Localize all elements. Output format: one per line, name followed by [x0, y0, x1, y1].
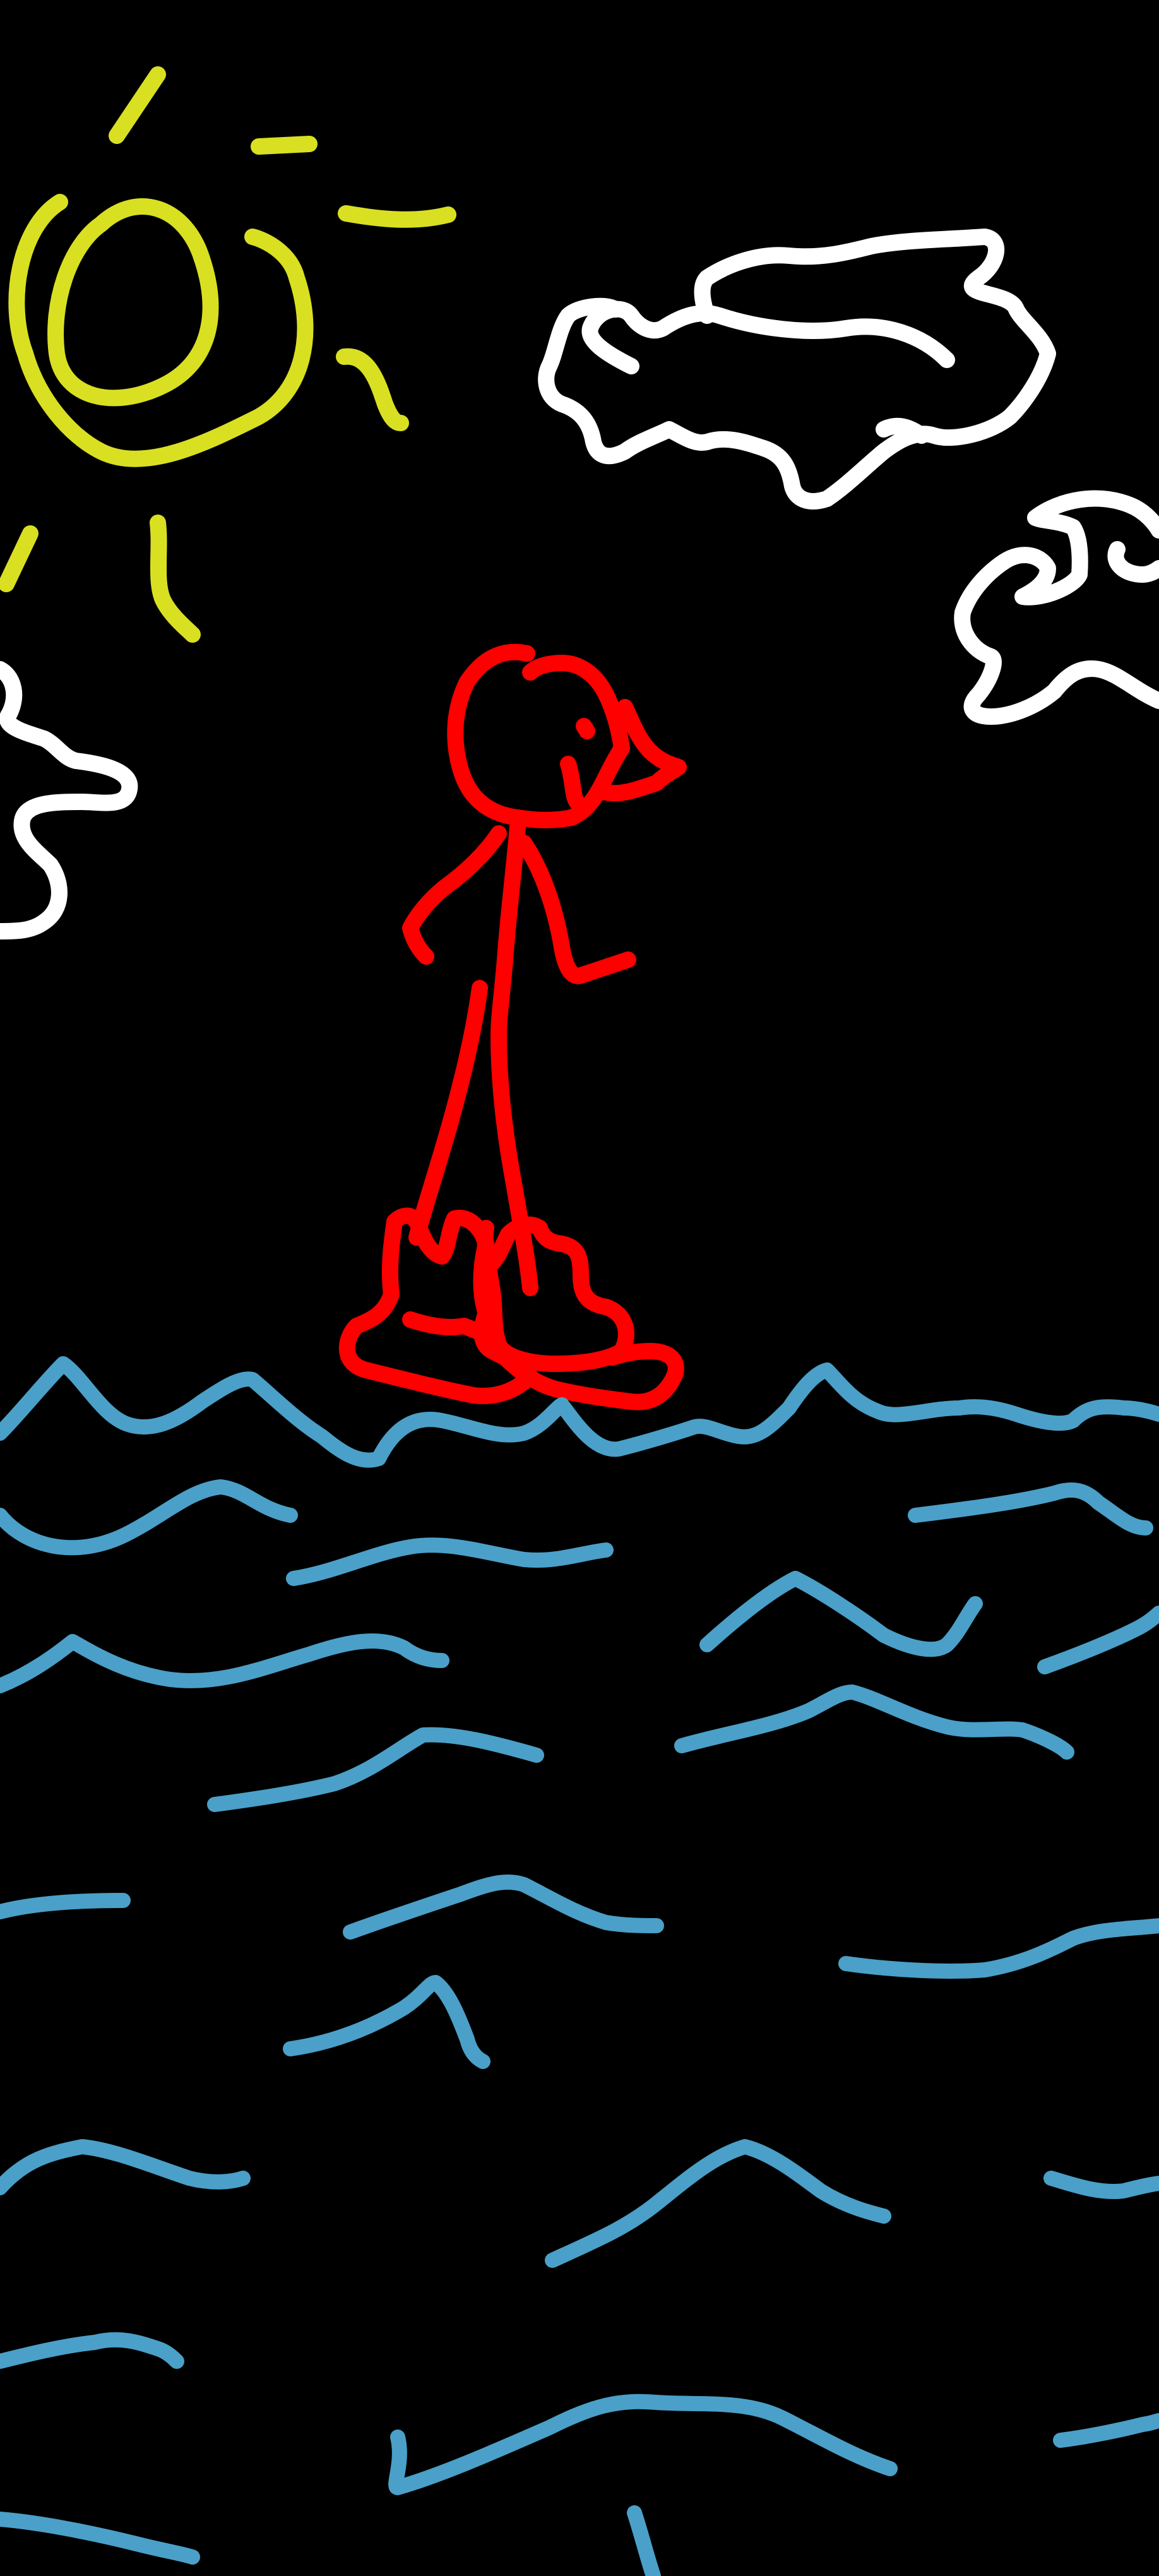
wave-surface — [0, 1356, 1159, 1468]
drawing-canvas — [0, 0, 1159, 2576]
cloud-main — [538, 229, 1056, 510]
wave-row-3a — [207, 1727, 544, 1812]
cloud-right — [954, 490, 1159, 725]
figure-head — [447, 643, 630, 828]
wave-row-1a — [0, 1479, 298, 1556]
wave-row-2a — [0, 1633, 449, 1693]
wave-row-2c — [1037, 1606, 1159, 1674]
figure-leg-left — [408, 980, 488, 1246]
doodle-svg — [0, 66, 1159, 2576]
figure-chin — [560, 756, 589, 813]
wave-row-1c — [908, 1482, 1153, 1535]
sun-drawing — [0, 66, 456, 643]
wave-row-4b — [343, 1874, 664, 1940]
wave-row-6b — [545, 2139, 891, 2268]
wave-row-8b — [627, 2505, 661, 2576]
cloud-left — [0, 661, 138, 939]
wave-row-1b — [286, 1537, 614, 1586]
water-waves — [0, 1356, 1159, 2576]
wave-row-7c — [1053, 2413, 1159, 2448]
wave-row-6a — [0, 2139, 251, 2195]
wave-row-7b — [388, 2394, 898, 2495]
wave-row-4a — [0, 1893, 131, 1919]
sun-ray-lower-right — [336, 348, 409, 431]
wave-row-6c — [1043, 2171, 1159, 2199]
sun-ray-bottom — [150, 515, 201, 643]
figure-boot-right — [477, 1216, 634, 1372]
wave-row-8a — [0, 2512, 200, 2565]
figure-eye — [576, 718, 595, 739]
sun-ray-right — [338, 205, 456, 228]
sun-ray-top — [109, 66, 166, 144]
sun-inner-ring — [47, 198, 219, 407]
sun-ray-top-right — [251, 136, 318, 155]
wave-row-4c — [838, 1918, 1159, 1979]
figure-arm-left — [402, 825, 507, 965]
figure-arm-right — [516, 835, 636, 984]
wave-row-2b — [699, 1571, 983, 1657]
wave-row-7a — [0, 2332, 184, 2369]
stick-figure — [338, 643, 687, 1410]
wave-row-5a — [283, 1975, 490, 2069]
sun-ray-lower-left — [0, 525, 39, 592]
wave-row-3b — [674, 1685, 1074, 1760]
figure-torso — [490, 819, 526, 1044]
figure-boot-left-detail — [402, 1311, 488, 1340]
